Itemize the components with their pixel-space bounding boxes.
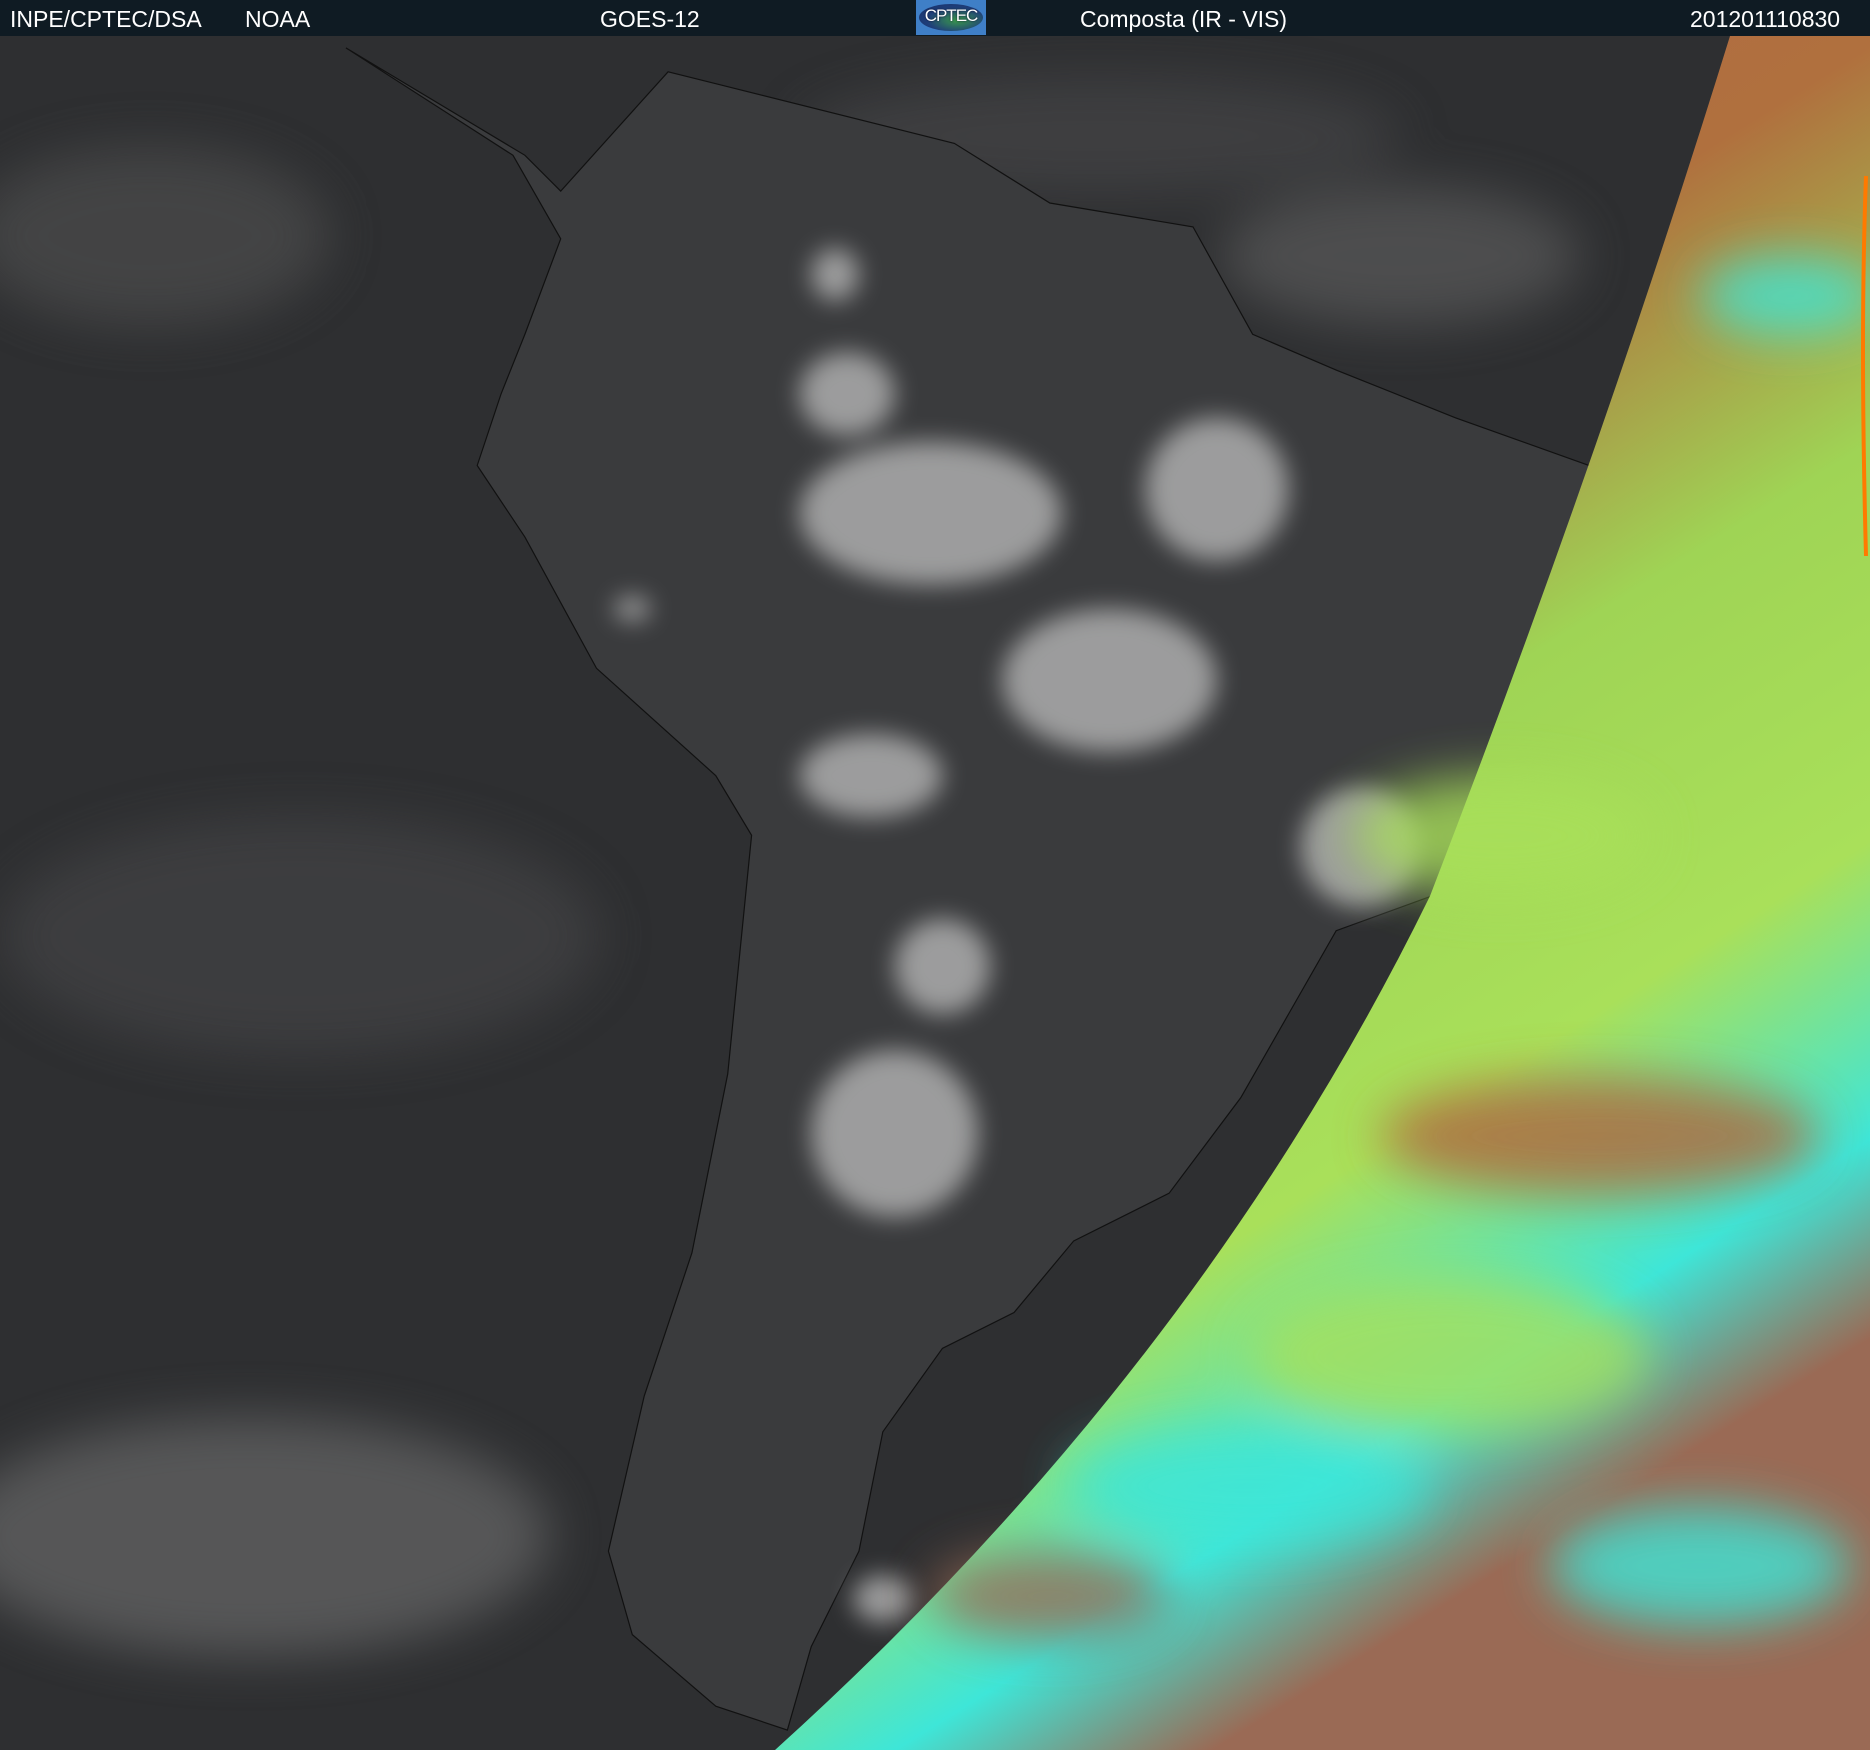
institution-label: INPE/CPTEC/DSA [10,6,202,32]
product-label: Composta (IR - VIS) [1080,6,1288,32]
satellite-image-viewer: INPE/CPTEC/DSA NOAA GOES-12 CPTEC Compos… [0,0,1870,1750]
satellite-map [0,36,1870,1750]
logo-text: CPTEC [924,6,979,25]
satellite-label: GOES-12 [600,6,700,32]
agency-label: NOAA [245,6,311,32]
header-bar: INPE/CPTEC/DSA NOAA GOES-12 CPTEC Compos… [0,0,1870,36]
timestamp-label: 201201110830 [1690,6,1841,32]
cptec-logo: CPTEC [916,0,986,35]
